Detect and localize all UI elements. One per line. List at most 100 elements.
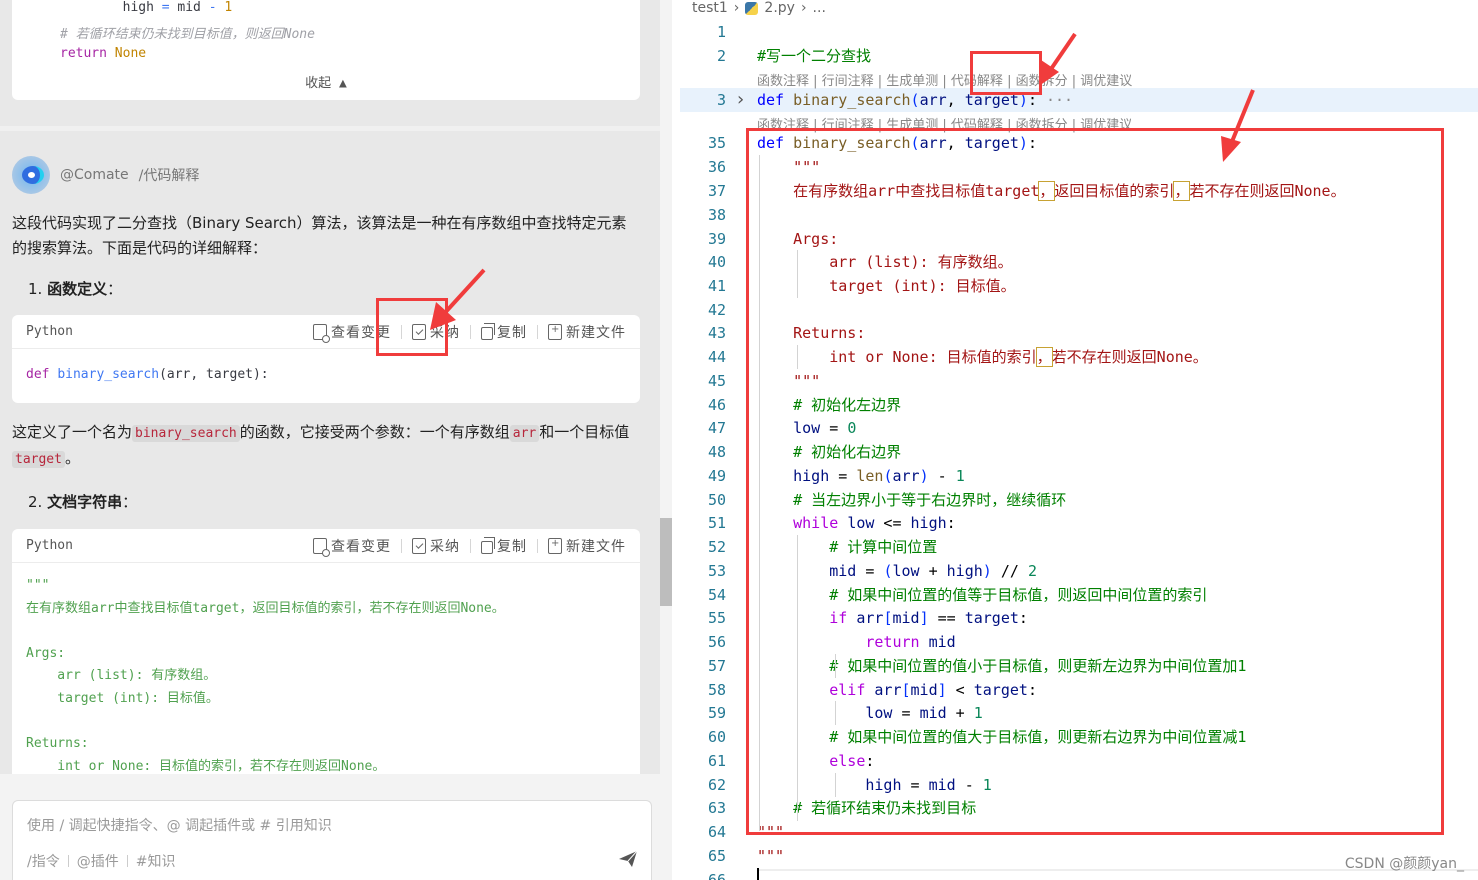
divider — [401, 538, 402, 553]
copy-button[interactable]: 复制 — [481, 536, 527, 556]
code-card-header: Python 查看变更 采纳 复制 新建文件 — [12, 529, 640, 563]
line-number: 35 — [707, 134, 726, 152]
send-icon[interactable] — [619, 851, 637, 867]
accept-check-icon — [412, 537, 426, 554]
previous-code-card: high = mid - 1 # 若循环结束仍未找到目标值，则返回None re… — [12, 0, 640, 100]
line-number: 1 — [716, 23, 726, 41]
view-diff-icon — [313, 537, 330, 557]
annotation-arrow — [1039, 32, 1077, 86]
line-number: 56 — [707, 633, 726, 651]
agent-header: @Comate /代码解释 — [12, 156, 199, 194]
line-number: 49 — [707, 467, 726, 485]
comate-logo-icon — [12, 156, 50, 194]
text-cursor — [757, 868, 759, 880]
line-number: 38 — [707, 206, 726, 224]
message-divider — [0, 126, 660, 131]
breadcrumb-folder[interactable]: test1 — [692, 0, 728, 16]
explanation-paragraph: 这定义了一个名为 binary_search 的函数，它接受两个参数：一个有序数组 a… — [12, 423, 630, 468]
input-tools: /指令 @插件 #知识 — [27, 851, 175, 871]
line-number: 45 — [707, 372, 726, 390]
code-text: """ — [757, 847, 785, 865]
breadcrumb: test1 › 2.py › ... — [692, 0, 826, 16]
code-line: high = mid - 1 — [60, 0, 233, 15]
line-number: 2 — [716, 47, 726, 65]
code-card-header: Python 查看变更 采纳 复制 新建文件 — [12, 315, 640, 349]
new-file-icon — [548, 323, 562, 340]
watermark: CSDN @颜颜yan_ — [1344, 856, 1464, 872]
inline-code: target — [12, 451, 65, 468]
line-number: 65 — [707, 847, 726, 865]
annotation-highlight-box — [746, 128, 1444, 835]
inline-code: binary_search — [132, 425, 240, 442]
plugin-shortcut[interactable]: @插件 — [77, 851, 119, 871]
code-text: #写一个二分查找 — [757, 47, 872, 65]
new-file-icon — [548, 537, 562, 554]
command-shortcut[interactable]: /指令 — [27, 851, 60, 871]
code-editor: test1 › 2.py › ... 1 2 #写一个二分查找 3 › def binar… — [680, 0, 1478, 880]
code-line: return None — [60, 46, 147, 61]
python-file-icon — [745, 1, 759, 15]
line-number: 63 — [707, 799, 726, 817]
breadcrumb-symbol[interactable]: ... — [813, 0, 826, 16]
accept-button[interactable]: 采纳 — [412, 536, 460, 556]
copy-icon — [481, 536, 495, 554]
chevron-right-icon: › — [733, 0, 740, 16]
line-number: 64 — [707, 823, 726, 841]
line-number: 58 — [707, 681, 726, 699]
line-number: 47 — [707, 419, 726, 437]
code-card-function-definition: Python 查看变更 采纳 复制 新建文件 def binary_search… — [12, 315, 640, 403]
new-file-button[interactable]: 新建文件 — [548, 536, 626, 556]
section-heading-1: 1. 函数定义： — [28, 280, 123, 298]
inline-code: arr — [509, 425, 540, 442]
annotation-highlight-box — [970, 51, 1042, 95]
line-number: 37 — [707, 182, 726, 200]
line-number: 66 — [707, 871, 726, 880]
line-number: 50 — [707, 491, 726, 509]
line-number: 36 — [707, 158, 726, 176]
fold-chevron-icon[interactable]: › — [737, 88, 744, 112]
line-number: 57 — [707, 657, 726, 675]
line-number: 41 — [707, 277, 726, 295]
line-number: 52 — [707, 538, 726, 556]
docstring-snippet: """ 在有序数组arr中查找目标值target，返回目标值的索引，若不存在则返回… — [26, 578, 505, 774]
chat-scrollbar-track[interactable] — [660, 0, 672, 880]
divider — [537, 538, 538, 553]
comate-chat-panel: high = mid - 1 # 若循环结束仍未找到目标值，则返回None re… — [0, 0, 660, 880]
chat-input[interactable]: 使用 / 调起快捷指令、@ 调起插件或 # 引用知识 /指令 @插件 #知识 — [12, 800, 652, 880]
annotation-arrow — [1221, 89, 1255, 162]
line-number: 48 — [707, 443, 726, 461]
chat-scrollbar-thumb[interactable] — [660, 518, 672, 606]
line-number: 61 — [707, 752, 726, 770]
line-number: 54 — [707, 586, 726, 604]
line-number: 60 — [707, 728, 726, 746]
line-number: 44 — [707, 348, 726, 366]
chevron-right-icon: › — [800, 0, 807, 16]
view-diff-icon — [313, 323, 330, 343]
language-label: Python — [26, 538, 73, 553]
new-file-button[interactable]: 新建文件 — [548, 322, 626, 342]
code-snippet: def binary_search(arr, target): — [26, 367, 269, 382]
line-number: 40 — [707, 253, 726, 271]
line-number: 39 — [707, 230, 726, 248]
line-number: 53 — [707, 562, 726, 580]
line-number: 59 — [707, 704, 726, 722]
line-number: 46 — [707, 396, 726, 414]
chat-input-placeholder: 使用 / 调起快捷指令、@ 调起插件或 # 引用知识 — [27, 818, 332, 834]
line-number: 55 — [707, 609, 726, 627]
section-heading-2: 2. 文档字符串： — [28, 493, 138, 511]
knowledge-shortcut[interactable]: #知识 — [136, 851, 176, 871]
breadcrumb-file[interactable]: 2.py — [764, 0, 795, 16]
line-number: 51 — [707, 514, 726, 532]
divider — [470, 538, 471, 553]
line-number: 3 — [716, 91, 726, 109]
annotation-arrow — [430, 268, 486, 330]
language-label: Python — [26, 324, 73, 339]
view-changes-button[interactable]: 查看变更 — [313, 536, 391, 557]
code-card-docstring: Python 查看变更 采纳 复制 新建文件 """在有序数组arr中查找目标值… — [12, 529, 640, 789]
line-number: 43 — [707, 324, 726, 342]
divider — [537, 324, 538, 339]
intro-paragraph: 这段代码实现了二分查找（Binary Search）算法，该算法是一种在有序数组… — [12, 214, 627, 257]
line-number: 62 — [707, 776, 726, 794]
collapse-button[interactable]: 收起 ▲ — [12, 72, 640, 91]
agent-name: @Comate — [60, 167, 129, 183]
